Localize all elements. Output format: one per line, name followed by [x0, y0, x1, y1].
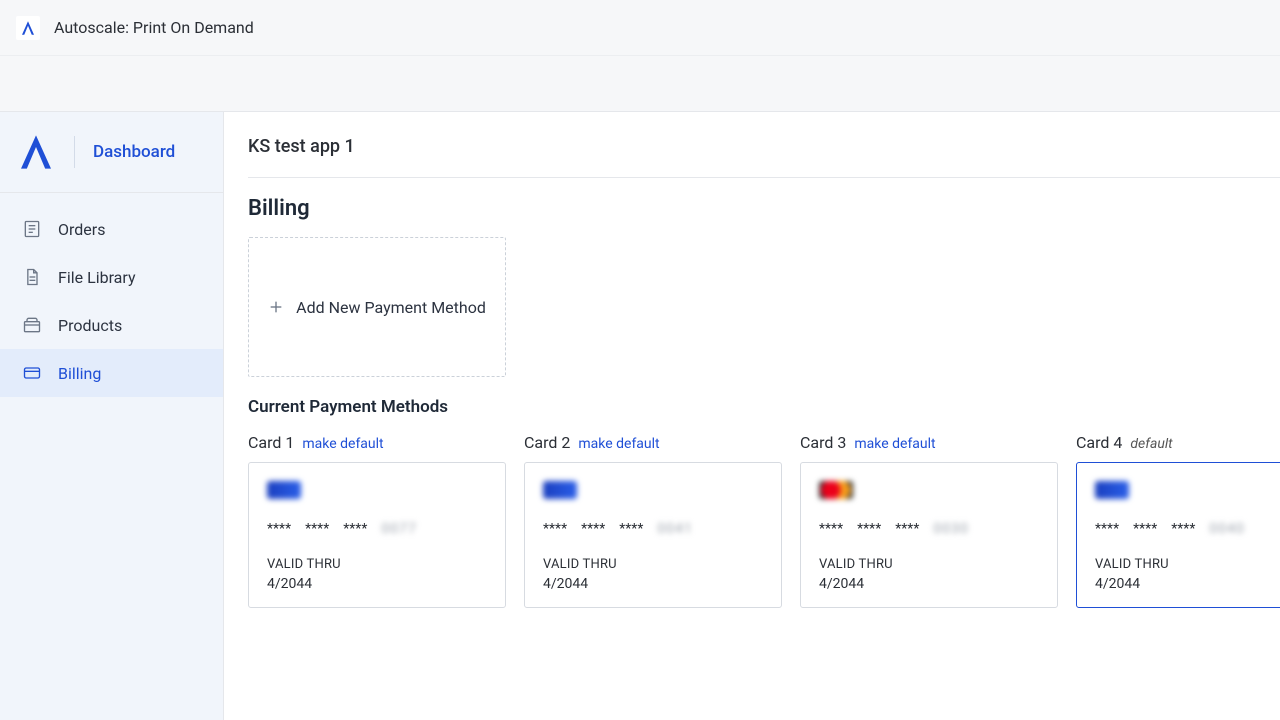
sidebar-item-billing[interactable]: Billing	[0, 349, 223, 397]
make-default-link[interactable]: make default	[578, 436, 659, 452]
payment-cards-row: Card 1 make default **** **** **** 0077 …	[248, 433, 1280, 608]
default-badge: default	[1130, 436, 1172, 452]
topbar: Autoscale: Print On Demand	[0, 0, 1280, 56]
card-number: **** **** **** 0040	[1095, 521, 1280, 537]
valid-thru-date: 4/2044	[267, 576, 487, 592]
valid-thru-label: VALID THRU	[267, 557, 487, 572]
sidebar-nav: Orders File Library Products Billing	[0, 193, 223, 397]
main-content: KS test app 1 Billing Add New Payment Me…	[224, 112, 1280, 720]
sidebar-item-label: Billing	[58, 364, 101, 383]
payment-card[interactable]: **** **** **** 0040 VALID THRU 4/2044	[1076, 462, 1280, 608]
card-name: Card 4	[1076, 433, 1122, 452]
section-title: Billing	[248, 196, 1280, 221]
orders-icon	[22, 219, 42, 239]
valid-thru-date: 4/2044	[819, 576, 1039, 592]
file-icon	[22, 267, 42, 287]
products-icon	[22, 315, 42, 335]
sidebar-header[interactable]: Dashboard	[0, 112, 223, 193]
add-payment-method-button[interactable]: Add New Payment Method	[248, 237, 506, 377]
card-brand-icon	[267, 481, 301, 499]
sub-toolbar	[0, 56, 1280, 112]
sidebar-item-label: File Library	[58, 268, 136, 287]
card-name: Card 2	[524, 433, 570, 452]
card-brand-icon	[1095, 481, 1129, 499]
plus-icon	[268, 299, 284, 315]
sidebar-item-label: Products	[58, 316, 122, 335]
payment-card-col: Card 3 make default **** **** **** 0030 …	[800, 433, 1058, 608]
dashboard-link[interactable]: Dashboard	[93, 142, 175, 162]
card-number: **** **** **** 0041	[543, 521, 763, 537]
payment-card-col: Card 2 make default **** **** **** 0041 …	[524, 433, 782, 608]
subsection-title: Current Payment Methods	[248, 397, 1280, 417]
app-title: Autoscale: Print On Demand	[54, 18, 254, 37]
app-logo-icon	[16, 16, 40, 40]
sidebar-item-file-library[interactable]: File Library	[0, 253, 223, 301]
payment-card-col: Card 4 default **** **** **** 0040 VALID…	[1076, 433, 1280, 608]
sidebar: Dashboard Orders File Library Products B…	[0, 112, 224, 720]
valid-thru-label: VALID THRU	[819, 557, 1039, 572]
payment-card[interactable]: **** **** **** 0077 VALID THRU 4/2044	[248, 462, 506, 608]
payment-card[interactable]: **** **** **** 0030 VALID THRU 4/2044	[800, 462, 1058, 608]
divider	[74, 136, 75, 168]
card-brand-icon	[543, 481, 577, 499]
card-number: **** **** **** 0077	[267, 521, 487, 537]
sidebar-item-orders[interactable]: Orders	[0, 205, 223, 253]
add-payment-method-label: Add New Payment Method	[296, 298, 486, 317]
make-default-link[interactable]: make default	[302, 436, 383, 452]
valid-thru-label: VALID THRU	[1095, 557, 1280, 572]
card-name: Card 1	[248, 433, 294, 452]
valid-thru-date: 4/2044	[543, 576, 763, 592]
sidebar-item-products[interactable]: Products	[0, 301, 223, 349]
payment-card-col: Card 1 make default **** **** **** 0077 …	[248, 433, 506, 608]
brand-logo-icon	[16, 132, 56, 172]
payment-card[interactable]: **** **** **** 0041 VALID THRU 4/2044	[524, 462, 782, 608]
sidebar-item-label: Orders	[58, 220, 105, 239]
billing-icon	[22, 363, 42, 383]
valid-thru-date: 4/2044	[1095, 576, 1280, 592]
card-name: Card 3	[800, 433, 846, 452]
valid-thru-label: VALID THRU	[543, 557, 763, 572]
card-brand-icon	[819, 481, 853, 499]
make-default-link[interactable]: make default	[854, 436, 935, 452]
app-name: KS test app 1	[248, 136, 1280, 178]
card-number: **** **** **** 0030	[819, 521, 1039, 537]
